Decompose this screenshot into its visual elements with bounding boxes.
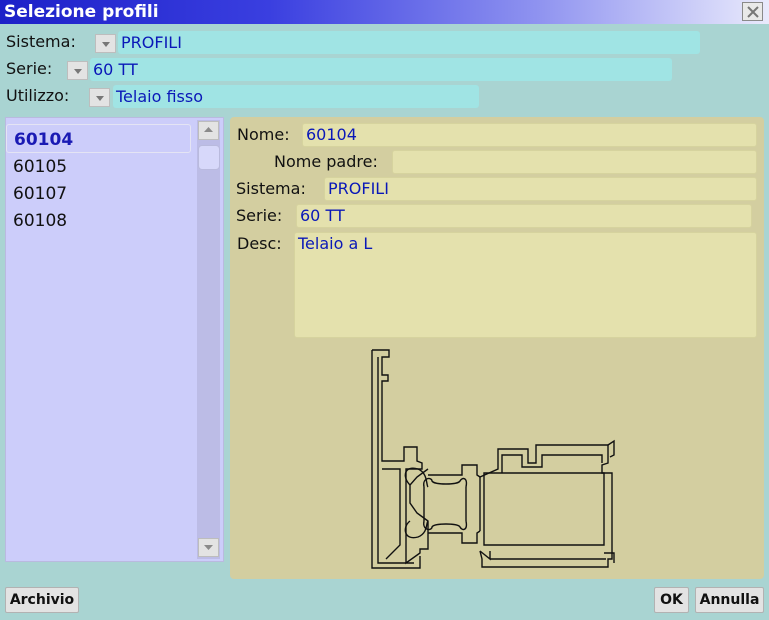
chevron-up-icon (204, 127, 213, 132)
nome-field[interactable]: 60104 (302, 123, 757, 147)
scroll-thumb[interactable] (198, 145, 220, 170)
utilizzo-dropdown-button[interactable] (89, 88, 110, 107)
sistema-select[interactable]: PROFILI (118, 31, 700, 54)
close-icon (747, 6, 759, 18)
list-item[interactable]: 60107 (13, 183, 67, 205)
nome-padre-label: Nome padre: (274, 152, 378, 171)
archivio-button[interactable]: Archivio (5, 587, 79, 613)
nome-padre-field[interactable] (392, 150, 757, 174)
title-bar: Selezione profili (0, 0, 769, 24)
serie-label: Serie: (6, 59, 53, 78)
utilizzo-select[interactable]: Telaio fisso (113, 85, 479, 108)
serie-dropdown-button[interactable] (67, 61, 88, 80)
list-scrollbar[interactable] (197, 120, 220, 559)
chevron-down-icon (204, 545, 213, 550)
detail-sistema-field[interactable]: PROFILI (324, 177, 757, 201)
annulla-button[interactable]: Annulla (695, 587, 764, 613)
list-item[interactable]: 60108 (13, 210, 67, 232)
scroll-up-button[interactable] (198, 121, 219, 140)
desc-field[interactable]: Telaio a L (294, 232, 757, 338)
desc-label: Desc: (237, 234, 282, 253)
nome-label: Nome: (237, 125, 290, 144)
close-button[interactable] (742, 2, 763, 21)
list-item[interactable]: 60105 (13, 156, 67, 178)
detail-serie-label: Serie: (236, 206, 283, 225)
sistema-dropdown-button[interactable] (95, 34, 116, 53)
detail-sistema-label: Sistema: (236, 179, 306, 198)
sistema-label: Sistema: (6, 32, 76, 51)
ok-button[interactable]: OK (654, 587, 689, 613)
list-item[interactable]: 60104 (14, 129, 73, 151)
scroll-down-button[interactable] (198, 538, 219, 557)
detail-serie-field[interactable]: 60 TT (296, 204, 752, 228)
serie-select[interactable]: 60 TT (90, 58, 672, 81)
profile-section-drawing (371, 349, 615, 569)
window-title: Selezione profili (4, 2, 159, 22)
utilizzo-label: Utilizzo: (6, 86, 70, 105)
